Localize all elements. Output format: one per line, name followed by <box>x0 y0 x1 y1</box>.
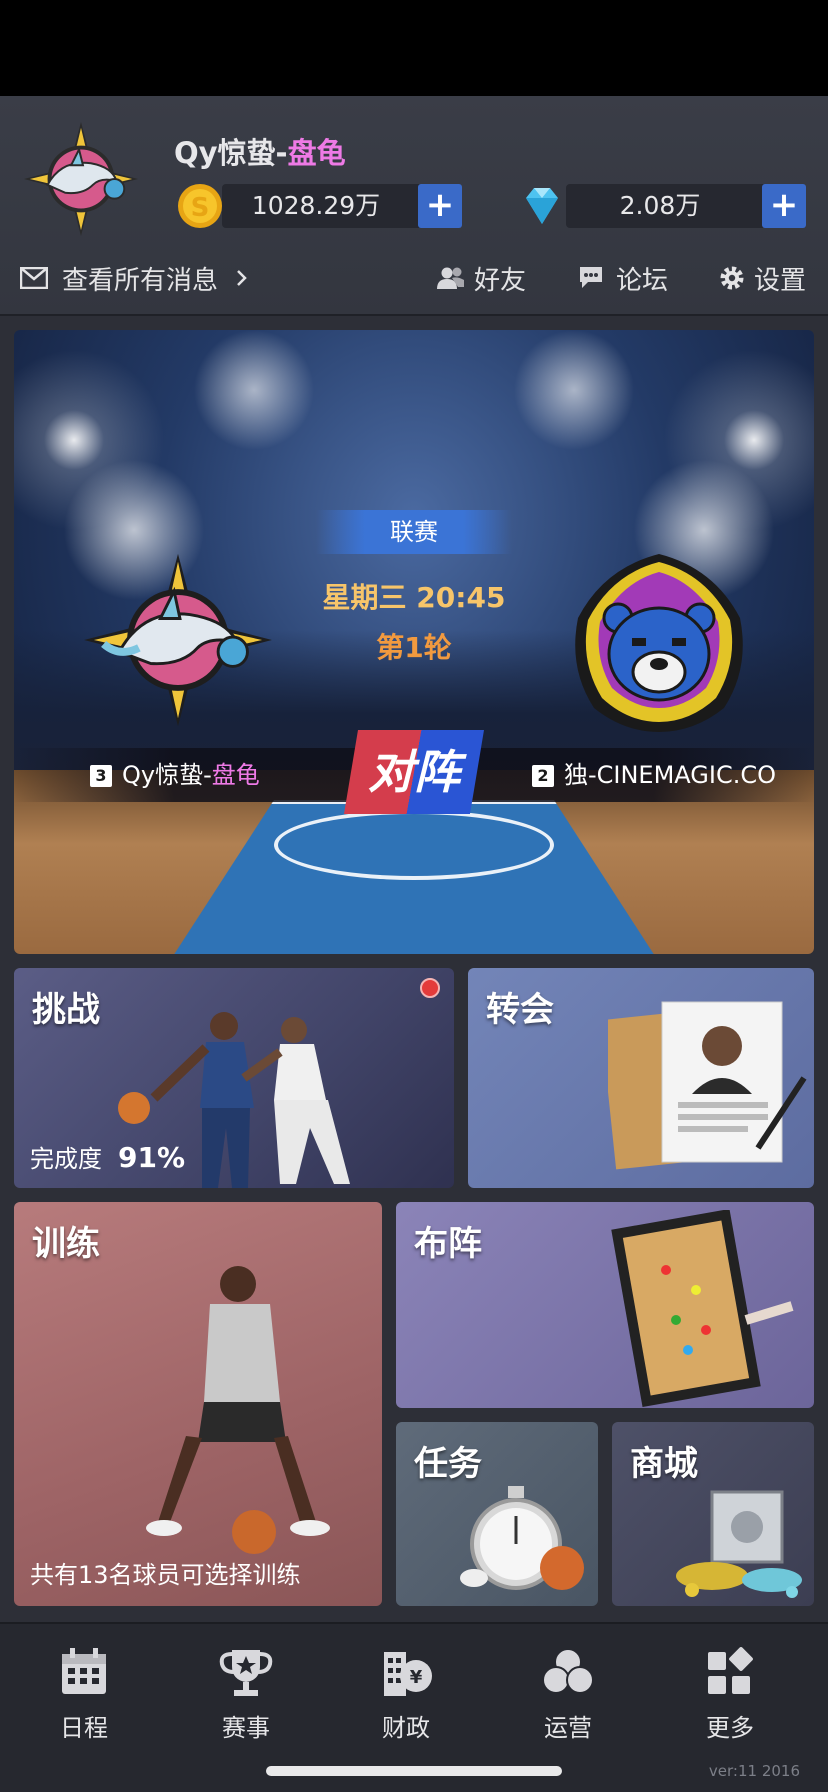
home-team[interactable]: 3 Qy惊蛰-盘龟 <box>90 748 260 802</box>
away-team-name: 独-CINEMAGIC.CO <box>563 761 776 789</box>
friends-icon <box>437 267 464 289</box>
coins-value: 1028.29万 <box>251 191 381 220</box>
nav-more-label: 更多 <box>706 1714 754 1742</box>
tasks-title: 任务 <box>414 1444 482 1484</box>
nav-operations-label: 运营 <box>544 1714 592 1742</box>
formation-tile[interactable]: 布阵 <box>396 1202 814 1408</box>
friends-button[interactable]: 好友 <box>436 256 526 300</box>
header-actions: 查看所有消息 好友 论坛 设置 <box>0 256 828 300</box>
transfer-title: 转会 <box>486 990 554 1030</box>
challenge-title: 挑战 <box>32 990 100 1030</box>
messages-link[interactable]: 查看所有消息 <box>20 256 264 300</box>
training-player-image <box>146 1266 330 1554</box>
forum-label: 论坛 <box>616 265 669 296</box>
shop-title: 商城 <box>630 1444 698 1484</box>
team-name: Qy惊蛰-盘龟 <box>174 136 346 170</box>
nav-finance-label: 财政 <box>382 1714 430 1742</box>
header: Qy惊蛰-盘龟 S 1028.29万 + 2.08万 + 查看所有消息 好友 论… <box>0 96 828 316</box>
team-logo[interactable] <box>22 120 140 238</box>
challenge-tile[interactable]: 挑战 完成度 91% <box>14 968 454 1188</box>
away-team[interactable]: 2 独-CINEMAGIC.CO <box>531 748 776 802</box>
operations-icon <box>542 1648 594 1694</box>
transfer-tile[interactable]: 转会 <box>468 968 814 1188</box>
tasks-tile[interactable]: 任务 <box>396 1422 598 1606</box>
nav-more[interactable]: 更多 <box>670 1646 790 1743</box>
vs-badge: 对阵 <box>344 730 484 814</box>
coin-icon: S <box>178 184 222 228</box>
away-team-rank: 2 <box>531 765 554 787</box>
friends-label: 好友 <box>474 265 527 296</box>
home-indicator[interactable] <box>266 1766 562 1776</box>
add-diamonds-button[interactable]: + <box>762 184 806 228</box>
training-note: 共有13名球员可选择训练 <box>30 1561 301 1589</box>
progress-value: 91% <box>118 1141 186 1174</box>
court-arc <box>274 810 554 880</box>
envelope-icon <box>20 267 48 289</box>
training-title: 训练 <box>32 1224 100 1264</box>
diamond-icon <box>526 188 558 224</box>
settings-button[interactable]: 设置 <box>718 256 806 300</box>
shop-tile[interactable]: 商城 <box>612 1422 814 1606</box>
transfer-contract-image <box>608 1001 807 1170</box>
notification-dot <box>420 978 440 998</box>
progress-label: 完成度 <box>30 1145 102 1173</box>
league-label: 联赛 <box>316 510 512 554</box>
settings-label: 设置 <box>754 265 807 296</box>
nav-finance[interactable]: ¥ 财政 <box>346 1646 466 1743</box>
next-match-banner[interactable]: 联赛 星期三 20:45 第1轮 3 Qy惊蛰-盘龟 2 独-CINEMAGIC.C… <box>14 330 814 954</box>
away-team-logo <box>575 554 743 732</box>
formation-title: 布阵 <box>414 1224 482 1264</box>
svg-text:S: S <box>191 193 210 223</box>
diamonds-display: 2.08万 + <box>566 184 806 228</box>
nav-events-label: 赛事 <box>222 1714 270 1742</box>
home-team-rank: 3 <box>90 765 112 787</box>
version-label: ver:11 2016 <box>708 1762 800 1780</box>
home-team-name: Qy惊蛰- <box>122 761 212 789</box>
calendar-icon <box>62 1648 106 1694</box>
stopwatch-image <box>460 1486 584 1590</box>
tactics-board-image <box>611 1210 794 1408</box>
more-icon <box>708 1647 753 1694</box>
home-team-name-accent: 盘龟 <box>211 761 260 789</box>
diamonds-value: 2.08万 <box>619 191 701 220</box>
nav-schedule[interactable]: 日程 <box>24 1646 144 1743</box>
svg-text:¥: ¥ <box>410 1667 423 1688</box>
coins-display: 1028.29万 + <box>222 184 462 228</box>
messages-label: 查看所有消息 <box>62 265 219 296</box>
status-bar <box>0 0 828 96</box>
nav-schedule-label: 日程 <box>60 1714 108 1742</box>
forum-button[interactable]: 论坛 <box>578 256 668 300</box>
finance-icon: ¥ <box>384 1652 432 1696</box>
chevron-right-icon <box>237 270 247 286</box>
training-tile[interactable]: 训练 共有13名球员可选择训练 <box>14 1202 382 1606</box>
home-team-logo <box>84 553 272 727</box>
add-coins-button[interactable]: + <box>418 184 462 228</box>
nav-operations[interactable]: 运营 <box>508 1646 628 1743</box>
challenge-progress: 完成度 91% <box>30 1139 185 1174</box>
gear-icon <box>720 266 744 290</box>
forum-icon <box>580 267 602 288</box>
treasure-safe-image <box>676 1490 802 1598</box>
nav-events[interactable]: 赛事 <box>186 1646 306 1743</box>
trophy-icon <box>219 1650 273 1696</box>
